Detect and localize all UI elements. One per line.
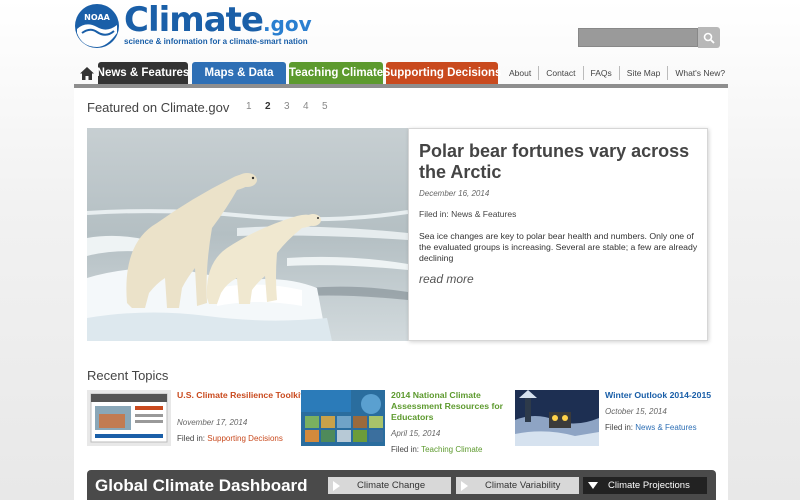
topic-filed-in: Filed in: Teaching Climate [391,445,482,454]
pager-4[interactable]: 4 [303,101,322,112]
topic-category-link[interactable]: Supporting Decisions [207,434,283,443]
dashboard-tab-label: Climate Change [357,480,426,491]
topic-category-link[interactable]: News & Features [635,423,696,432]
link-about[interactable]: About [502,66,538,80]
wordmark-suffix: .gov [262,12,312,36]
feature-filed-in: Filed in: News & Features [419,209,516,219]
featured-heading: Featured on Climate.gov [87,100,230,115]
nav-tab-teaching-climate[interactable]: Teaching Climate [289,62,383,84]
feature-filed-label: Filed in: [419,209,449,219]
topic-thumb-nca[interactable] [301,390,385,446]
seal-text: NOAA [84,13,110,22]
topic-date: April 15, 2014 [391,429,441,438]
topic-filed-label: Filed in: [605,423,634,432]
topic-filed-in: Filed in: Supporting Decisions [177,434,283,443]
feature-card: Polar bear fortunes vary across the Arct… [408,128,708,341]
dashboard-tab-label: Climate Variability [485,480,561,491]
topic-date: October 15, 2014 [605,407,667,416]
topic-title-link[interactable]: 2014 National Climate Assessment Resourc… [391,390,521,423]
home-icon[interactable] [80,67,94,80]
dashboard-tab-climate-change[interactable]: Climate Change [328,477,451,494]
climate-dashboard: Global Climate Dashboard Climate Change … [87,470,716,500]
search-input[interactable] [578,28,698,47]
play-arrow-icon [333,480,340,491]
nav-tab-news-features[interactable]: News & Features [97,62,189,84]
link-contact[interactable]: Contact [538,66,582,80]
site-logo[interactable]: NOAA Climate.gov science & information f… [74,0,314,51]
topic-filed-label: Filed in: [391,445,420,454]
tagline: science & information for a climate-smar… [124,37,308,46]
topic-title-link[interactable]: U.S. Climate Resilience Toolkit [177,390,307,401]
topic-filed-in: Filed in: News & Features [605,423,697,432]
main-panel: Featured on Climate.gov 1 2 3 4 5 Polar … [74,88,728,500]
feature-date: December 16, 2014 [419,189,490,198]
topic-thumb-winter[interactable] [515,390,599,446]
dashboard-tab-climate-variability[interactable]: Climate Variability [456,477,579,494]
topic-category-link[interactable]: Teaching Climate [421,445,482,454]
search-icon [703,32,715,44]
dropdown-arrow-icon [588,482,598,489]
featured-pager: 1 2 3 4 5 [246,101,341,112]
wordmark-text: Climate [124,0,264,40]
feature-headline[interactable]: Polar bear fortunes vary across the Arct… [419,141,699,183]
noaa-seal-icon: NOAA [75,4,119,48]
topic-date: November 17, 2014 [177,418,248,427]
nav-tab-supporting-decisions[interactable]: Supporting Decisions [383,62,501,84]
link-faqs[interactable]: FAQs [582,66,619,80]
feature-description: Sea ice changes are key to polar bear he… [419,231,698,263]
link-whats-new[interactable]: What's New? [667,66,732,80]
pager-5[interactable]: 5 [322,101,341,112]
recent-topics-heading: Recent Topics [87,368,169,383]
pager-2-current[interactable]: 2 [265,101,284,112]
feature-category-link[interactable]: News & Features [451,209,516,219]
utility-links: About Contact FAQs Site Map What's New? [502,66,732,80]
feature-image-polar-bears[interactable] [87,128,408,341]
search-button[interactable] [698,27,720,48]
read-more-link[interactable]: read more [419,272,474,286]
play-arrow-icon [461,480,468,491]
topic-thumb-toolkit[interactable] [87,390,171,446]
link-site-map[interactable]: Site Map [618,66,668,80]
dashboard-title: Global Climate Dashboard [95,476,308,495]
topic-title-link[interactable]: Winter Outlook 2014-2015 [605,390,735,401]
dashboard-tab-label: Climate Projections [608,480,690,491]
pager-3[interactable]: 3 [284,101,303,112]
topic-filed-label: Filed in: [177,434,206,443]
pager-1[interactable]: 1 [246,101,265,112]
dashboard-tab-climate-projections[interactable]: Climate Projections [583,477,707,494]
nav-tab-maps-data[interactable]: Maps & Data [192,62,286,84]
